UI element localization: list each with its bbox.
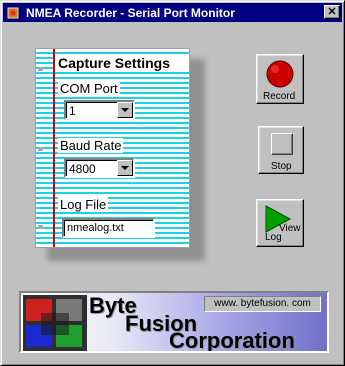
chevron-down-icon [121, 107, 129, 112]
chevron-down-icon [121, 165, 129, 170]
main-window: NMEA Recorder - Serial Port Monitor ✕ Ca… [0, 0, 345, 366]
com-port-value: 1 [69, 104, 76, 118]
close-icon: ✕ [327, 5, 337, 18]
record-button[interactable]: Record [256, 54, 304, 104]
window-title: NMEA Recorder - Serial Port Monitor [26, 5, 235, 20]
baud-rate-dropdown-button[interactable] [117, 160, 133, 176]
company-logo [23, 295, 87, 351]
website-link[interactable]: www. bytefusion. com [204, 296, 321, 312]
log-file-input[interactable]: nmealog.txt [62, 218, 155, 238]
stop-button[interactable]: Stop [258, 126, 304, 174]
baud-rate-select[interactable]: 4800 [64, 158, 135, 178]
app-icon [6, 6, 20, 20]
view-label: View [279, 223, 301, 234]
baud-rate-value: 4800 [69, 162, 96, 176]
record-icon [266, 60, 294, 88]
com-port-dropdown-button[interactable] [117, 102, 133, 118]
title-bar[interactable]: NMEA Recorder - Serial Port Monitor ✕ [3, 3, 342, 22]
capture-settings-panel: Capture Settings COM Port 1 Baud Rate 48… [35, 48, 190, 248]
company-banner: Byte Fusion Corporation www. bytefusion.… [19, 291, 329, 353]
view-log-button[interactable]: View Log [256, 199, 304, 247]
com-port-label: COM Port [58, 81, 120, 96]
binder-hole [38, 67, 43, 71]
close-button[interactable]: ✕ [324, 5, 340, 19]
baud-rate-label: Baud Rate [58, 138, 124, 153]
stop-icon [271, 133, 293, 155]
binder-hole [38, 225, 43, 229]
log-file-label: Log File [58, 197, 109, 212]
com-port-select[interactable]: 1 [64, 100, 135, 120]
stop-label: Stop [271, 161, 292, 172]
notebook-margin-line [53, 49, 55, 247]
binder-hole [38, 147, 43, 151]
log-label: Log [265, 232, 282, 243]
record-label: Record [263, 91, 296, 102]
brand-line-corporation: Corporation [169, 328, 295, 353]
panel-title: Capture Settings [55, 54, 189, 72]
